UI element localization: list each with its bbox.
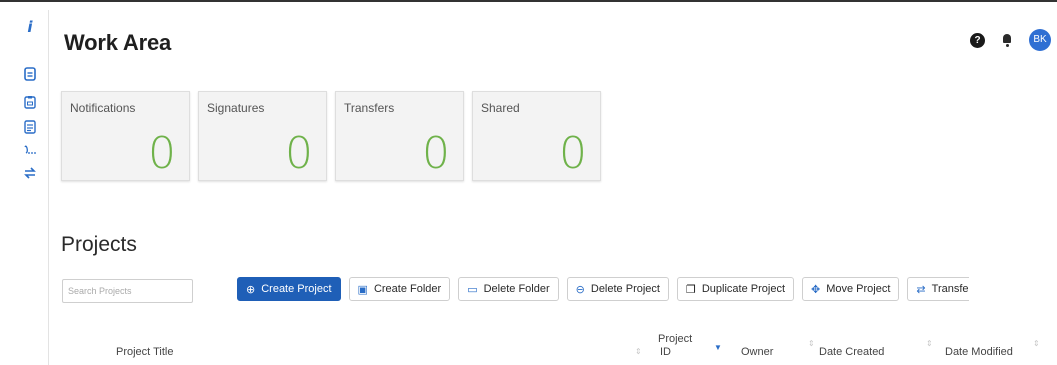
column-date-created[interactable]: Date Created xyxy=(819,346,884,358)
top-border xyxy=(0,0,1057,10)
move-project-button[interactable]: ✥ Move Project xyxy=(802,277,900,301)
button-label: Duplicate Project xyxy=(701,283,785,295)
sidebar: i xyxy=(13,10,49,365)
card-shared[interactable]: Shared 0 xyxy=(472,91,601,181)
button-label: Create Project xyxy=(261,283,332,295)
sort-icon[interactable]: ⇕ xyxy=(808,340,815,348)
copy-icon: ❐ xyxy=(685,282,696,296)
column-label: ID xyxy=(660,346,671,358)
card-label: Notifications xyxy=(70,101,136,115)
bell-icon[interactable] xyxy=(999,32,1015,48)
minus-circle-icon: ⊖ xyxy=(575,282,585,296)
table-header: Project Title ⇕ Project ID ▼ Owner ⇕ Dat… xyxy=(61,328,1057,365)
clipboard-icon[interactable] xyxy=(23,95,37,109)
card-count: 0 xyxy=(559,128,587,179)
info-icon[interactable]: i xyxy=(23,20,37,35)
sort-icon[interactable]: ⇕ xyxy=(1033,340,1040,348)
button-label: Move Project xyxy=(826,283,891,295)
card-count: 0 xyxy=(422,128,450,179)
card-signatures[interactable]: Signatures 0 xyxy=(198,91,327,181)
column-label: Project xyxy=(658,333,693,345)
card-transfers[interactable]: Transfers 0 xyxy=(335,91,464,181)
create-folder-button[interactable]: ▣ Create Folder xyxy=(348,277,451,301)
form-icon[interactable] xyxy=(23,120,37,134)
delete-project-button[interactable]: ⊖ Delete Project xyxy=(566,277,669,301)
document-icon[interactable] xyxy=(23,67,37,81)
move-icon: ✥ xyxy=(811,282,821,296)
sort-desc-icon[interactable]: ▼ xyxy=(714,343,722,352)
transfer-button[interactable]: ⇄ Transfe xyxy=(907,277,969,301)
column-date-modified[interactable]: Date Modified xyxy=(945,346,1013,358)
projects-heading: Projects xyxy=(61,233,137,256)
card-label: Signatures xyxy=(207,101,265,115)
sort-icon[interactable]: ⇕ xyxy=(635,348,642,356)
transfer-icon: ⇄ xyxy=(916,282,926,296)
column-project-title[interactable]: Project Title xyxy=(116,346,173,358)
button-label: Transfe xyxy=(931,283,969,295)
projects-toolbar: ⊕ Create Project ▣ Create Folder ▭ Delet… xyxy=(237,277,969,301)
duplicate-project-button[interactable]: ❐ Duplicate Project xyxy=(676,277,794,301)
button-label: Delete Folder xyxy=(483,283,550,295)
page-title: Work Area xyxy=(64,30,172,55)
button-label: Delete Project xyxy=(590,283,660,295)
create-project-button[interactable]: ⊕ Create Project xyxy=(237,277,341,301)
help-icon[interactable]: ? xyxy=(970,32,985,48)
top-actions: ? BK xyxy=(970,29,1051,51)
column-owner[interactable]: Owner xyxy=(741,346,773,358)
avatar[interactable]: BK xyxy=(1029,29,1051,51)
card-label: Shared xyxy=(481,101,520,115)
signature-icon[interactable] xyxy=(23,144,37,158)
button-label: Create Folder xyxy=(373,283,442,295)
column-project-id[interactable]: Project ID xyxy=(658,333,692,359)
folder-plus-icon: ▣ xyxy=(357,282,368,296)
sort-icon[interactable]: ⇕ xyxy=(926,340,933,348)
card-notifications[interactable]: Notifications 0 xyxy=(61,91,190,181)
card-label: Transfers xyxy=(344,101,395,115)
folder-minus-icon: ▭ xyxy=(467,282,478,296)
card-count: 0 xyxy=(148,128,176,179)
plus-circle-icon: ⊕ xyxy=(246,282,256,296)
card-count: 0 xyxy=(285,128,313,179)
search-input[interactable] xyxy=(62,279,193,303)
transfer-icon[interactable] xyxy=(23,166,37,180)
delete-folder-button[interactable]: ▭ Delete Folder xyxy=(458,277,559,301)
summary-cards: Notifications 0 Signatures 0 Transfers 0… xyxy=(61,91,601,181)
